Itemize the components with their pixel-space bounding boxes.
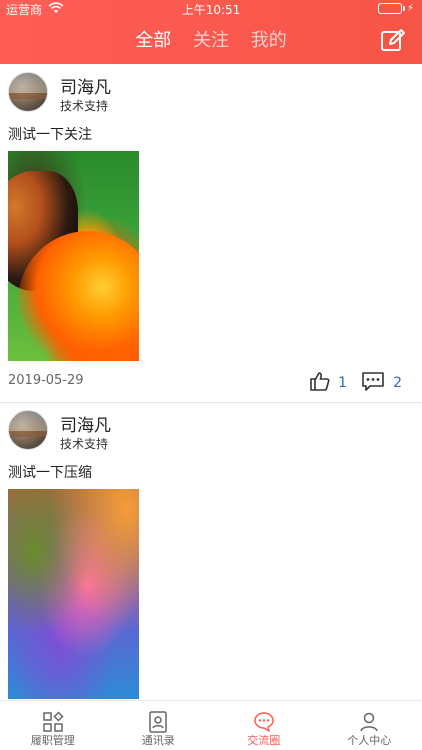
status-bar: 运营商 上午10:51 ⚡: [0, 0, 422, 18]
grid-apps-icon: [41, 710, 65, 734]
post-date: 2019-05-29: [8, 373, 84, 388]
contacts-book-icon: [146, 710, 170, 734]
comment-bubble-icon: [361, 371, 385, 395]
app-header: 运营商 上午10:51 ⚡ 全部 关注 我的: [0, 0, 422, 64]
tab-community[interactable]: 交流圈: [211, 701, 317, 750]
tab-all[interactable]: 全部: [135, 26, 171, 52]
like-button[interactable]: 1: [308, 371, 347, 395]
comment-button[interactable]: 2: [361, 371, 402, 395]
author-role: 技术支持: [60, 437, 109, 451]
avatar[interactable]: [8, 72, 48, 112]
post-image[interactable]: [8, 489, 139, 699]
author-name[interactable]: 司海凡: [60, 411, 111, 436]
tab-label: 个人中心: [347, 734, 392, 747]
tab-mine[interactable]: 我的: [251, 26, 287, 52]
tab-label: 通讯录: [141, 734, 175, 747]
tab-contacts[interactable]: 通讯录: [106, 701, 212, 750]
tab-label: 交流圈: [247, 734, 281, 747]
thumbs-up-icon: [308, 371, 330, 395]
tab-profile[interactable]: 个人中心: [317, 701, 422, 750]
author-name[interactable]: 司海凡: [60, 73, 111, 98]
post-text: 测试一下关注: [8, 127, 92, 143]
tab-label: 履职管理: [30, 734, 75, 747]
post-card[interactable]: 司海凡 技术支持 测试一下压缩: [0, 402, 422, 700]
post-meta: 2019-05-29 1 2: [8, 371, 422, 393]
tab-following[interactable]: 关注: [193, 26, 229, 52]
person-icon: [357, 710, 381, 734]
feed-tabs: 全部 关注 我的: [0, 26, 422, 56]
author-role: 技术支持: [60, 99, 109, 113]
edit-icon[interactable]: [380, 28, 406, 54]
comment-count: 2: [393, 375, 402, 391]
post-actions: 1 2: [294, 371, 402, 395]
avatar[interactable]: [8, 410, 48, 450]
like-count: 1: [338, 375, 348, 391]
battery-icon: ⚡: [377, 3, 414, 14]
chat-bubble-icon: [252, 710, 276, 734]
tab-duty-management[interactable]: 履职管理: [0, 701, 106, 750]
bottom-tab-bar: 履职管理 通讯录 交流圈 个人中心: [0, 700, 422, 750]
post-text: 测试一下压缩: [8, 465, 92, 481]
feed-list[interactable]: 司海凡 技术支持 测试一下关注 2019-05-29 1 2 司海凡 技术支持 …: [0, 64, 422, 700]
post-card[interactable]: 司海凡 技术支持 测试一下关注 2019-05-29 1 2: [0, 64, 422, 403]
post-image[interactable]: [8, 151, 139, 361]
clock: 上午10:51: [181, 3, 241, 17]
